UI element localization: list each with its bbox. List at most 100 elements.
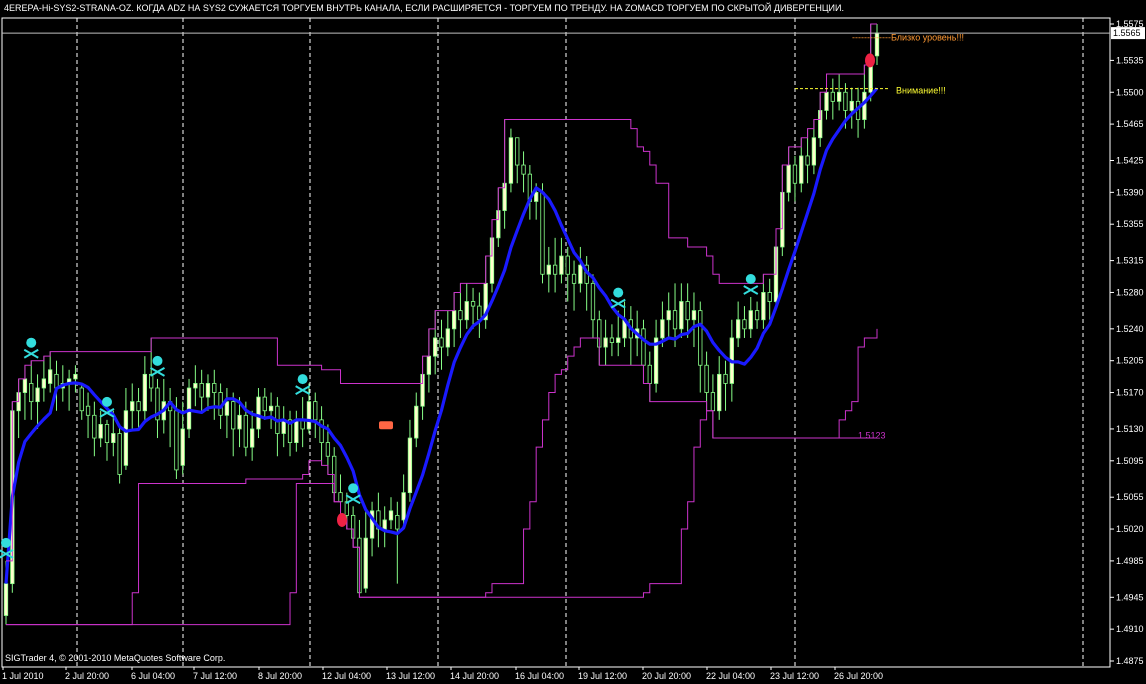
candle-body	[306, 401, 312, 430]
candle-body	[193, 383, 198, 389]
channel-mid-line	[6, 328, 878, 626]
candle-body	[48, 369, 53, 384]
candle-body	[451, 310, 457, 330]
candle-body	[243, 414, 248, 448]
candle-body	[199, 383, 204, 398]
candle-body	[395, 515, 400, 530]
candle-body	[843, 91, 848, 111]
candle-body	[540, 191, 545, 275]
candle-body	[805, 155, 810, 166]
candle-body	[748, 310, 753, 330]
candle-body	[792, 164, 798, 184]
candle-body	[123, 410, 129, 466]
candle-body	[439, 337, 444, 348]
y-tick-label: 1.4945	[1116, 592, 1144, 602]
y-tick-label: 1.5315	[1116, 256, 1144, 266]
candle-body	[679, 301, 684, 330]
candle-body	[742, 319, 747, 330]
skull-head	[152, 355, 163, 366]
x-tick-label: 22 Jul 04:00	[706, 671, 755, 681]
candle-body	[104, 423, 110, 443]
skull-icon	[295, 374, 311, 395]
candle-body	[546, 264, 551, 275]
channel-value-label: 1.5123	[858, 430, 886, 440]
candle-body	[811, 137, 817, 166]
candle-body	[313, 401, 318, 421]
skull-icon	[149, 355, 165, 377]
candle-body	[660, 319, 665, 339]
x-tick-label: 8 Jul 20:00	[258, 671, 302, 681]
candle-body	[186, 387, 192, 430]
x-tick-label: 2 Jul 20:00	[65, 671, 109, 681]
candle-body	[142, 373, 147, 412]
candle-body	[212, 383, 217, 393]
y-tick-label: 1.5500	[1116, 87, 1144, 97]
candle-body	[609, 337, 615, 343]
x-tick-label: 26 Jul 20:00	[834, 671, 883, 681]
candle-body	[92, 414, 97, 439]
attention-alert: Внимание!!!	[896, 85, 946, 95]
y-tick-label: 1.5535	[1116, 55, 1144, 65]
candle-body	[571, 273, 577, 284]
candle-body	[824, 91, 829, 111]
candle-body	[666, 310, 671, 321]
x-tick-label: 20 Jul 20:00	[642, 671, 691, 681]
candle-body	[685, 301, 690, 321]
y-tick-label: 1.5390	[1116, 187, 1144, 197]
candle-body	[717, 373, 722, 412]
x-tick-label: 12 Jul 04:00	[322, 671, 371, 681]
candle-body	[849, 100, 854, 111]
skull-head	[745, 274, 756, 284]
candle-body	[698, 310, 703, 366]
candle-body	[294, 419, 299, 444]
y-tick-label: 1.5240	[1116, 324, 1144, 334]
candle-body	[338, 492, 343, 503]
skull-head	[26, 337, 37, 348]
skull-head	[101, 396, 112, 407]
candle-body	[552, 264, 558, 275]
candle-body	[754, 310, 760, 321]
skull-head	[1, 537, 11, 548]
candle-body	[268, 405, 274, 412]
plot-frame	[1, 17, 1111, 668]
y-tick-label: 1.5425	[1116, 156, 1144, 166]
candle-body	[786, 164, 791, 193]
candle-body	[85, 405, 91, 416]
skull-icon	[610, 287, 626, 309]
candle-body	[508, 137, 514, 184]
candle-body	[256, 396, 261, 430]
y-tick-label: 1.5130	[1116, 424, 1144, 434]
candle-body	[3, 583, 9, 616]
candle-body	[477, 305, 482, 321]
candle-body	[325, 442, 331, 457]
candle-body	[426, 355, 432, 375]
candle-body	[136, 401, 141, 412]
candle-body	[22, 378, 28, 393]
candle-body	[445, 328, 450, 348]
red-drop-icon	[337, 512, 347, 527]
candle-body	[382, 519, 387, 530]
candle-body	[224, 401, 230, 416]
candle-body	[515, 137, 520, 166]
candle-body	[736, 319, 741, 339]
candle-body	[388, 510, 394, 521]
candle-body	[363, 537, 368, 589]
candle-body	[79, 387, 84, 412]
candle-body	[458, 310, 463, 321]
price-chart[interactable]: 1.55751.55351.55001.54651.54251.53901.53…	[0, 0, 1146, 684]
candle-body	[180, 428, 185, 466]
candle-body	[41, 378, 47, 389]
y-tick-label: 1.5020	[1116, 524, 1144, 534]
candle-body	[578, 264, 583, 284]
y-tick-label: 1.5055	[1116, 492, 1144, 502]
candle-body	[704, 364, 709, 393]
copyright-label: SIGTrader 4, © 2001-2010 MetaQuotes Soft…	[5, 653, 226, 663]
candle-body	[672, 310, 678, 330]
candle-body	[407, 437, 413, 494]
candle-body	[799, 155, 804, 184]
candle-body	[250, 428, 255, 448]
y-tick-label: 1.5170	[1116, 388, 1144, 398]
candle-body	[205, 383, 211, 398]
skull-head	[297, 374, 308, 385]
candle-body	[98, 423, 103, 439]
